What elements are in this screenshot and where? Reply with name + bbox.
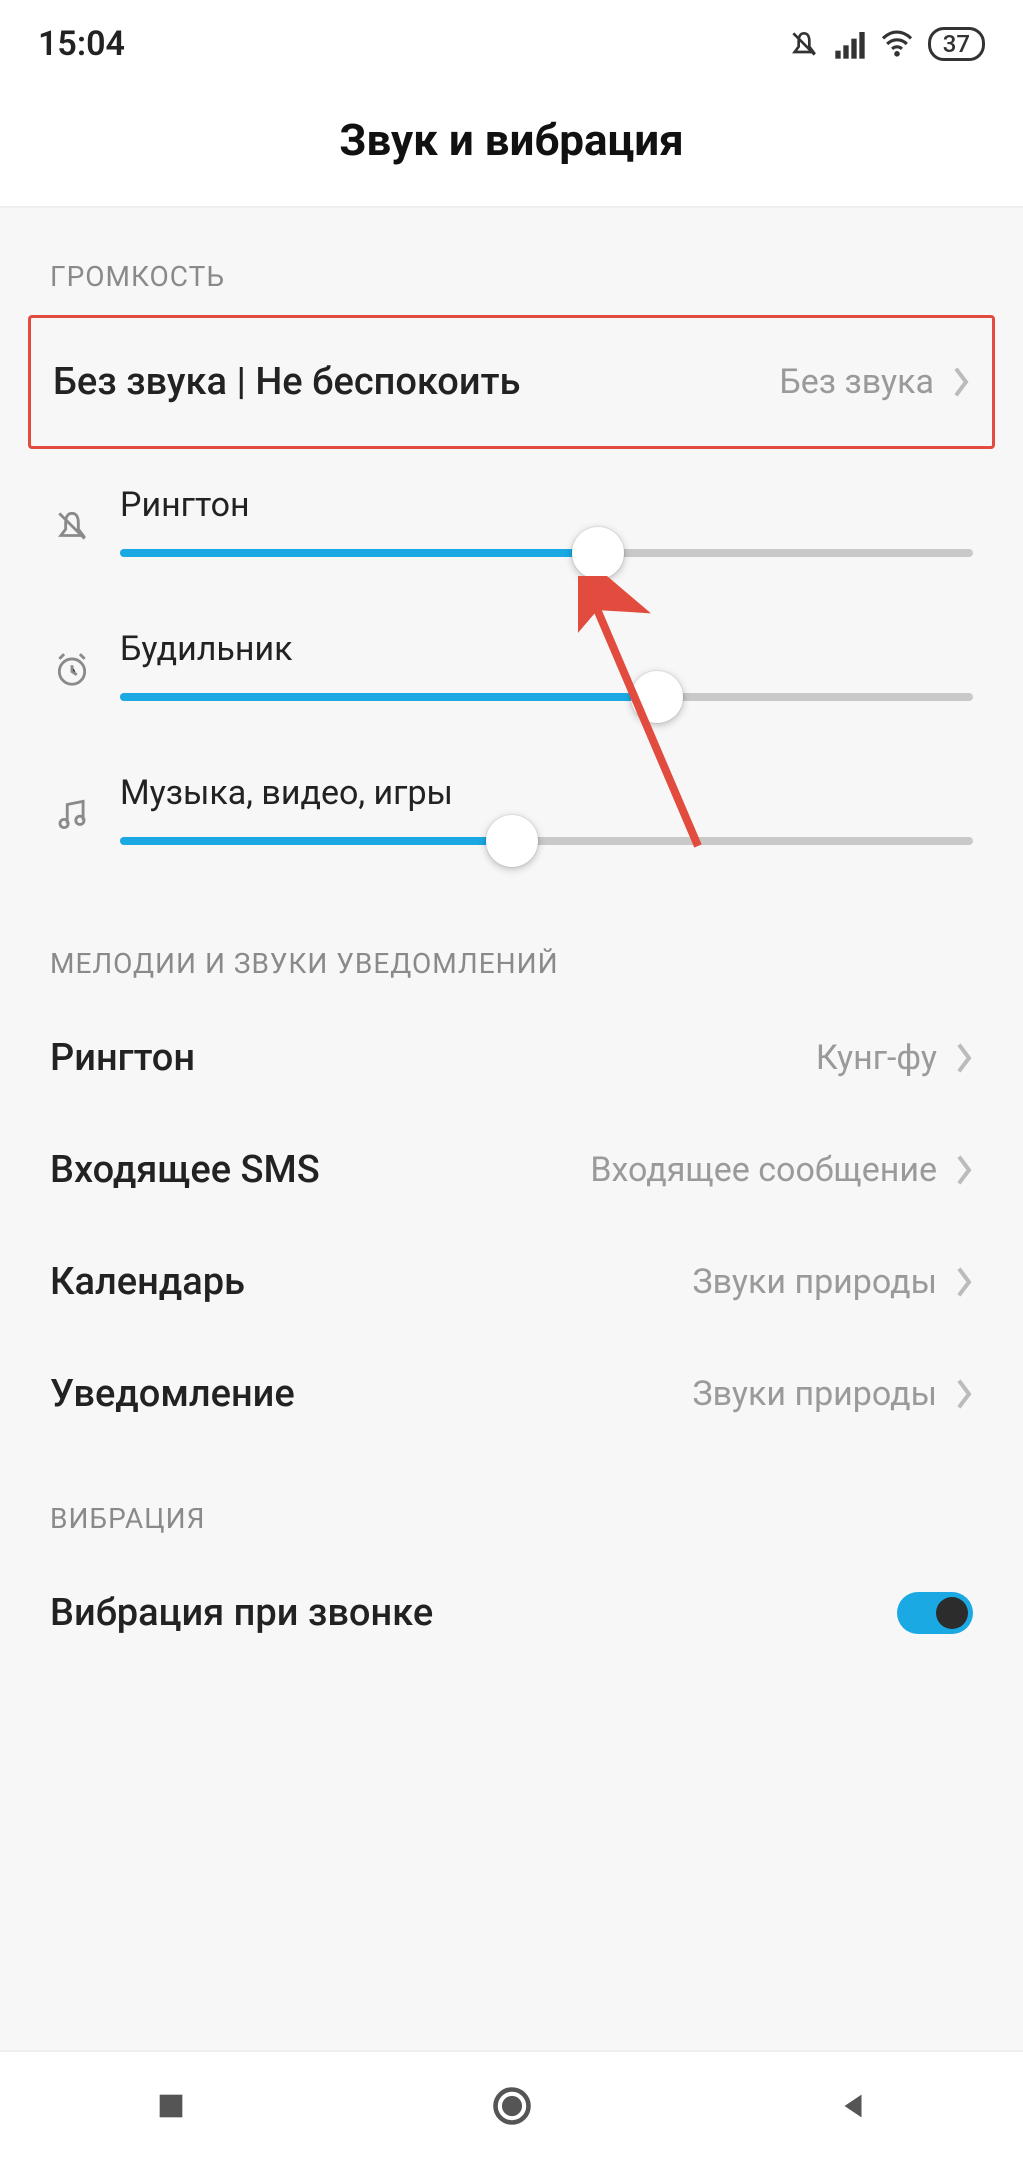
vibrate-on-call-row[interactable]: Вибрация при звонке xyxy=(0,1557,1023,1669)
media-slider-label: Музыка, видео, игры xyxy=(120,773,973,813)
ringtone-slider-fill xyxy=(120,549,598,557)
system-nav-bar xyxy=(0,2050,1023,2160)
chevron-right-icon xyxy=(955,1155,973,1185)
page-header: Звук и вибрация xyxy=(0,74,1023,208)
ringtone-row-value: Кунг-фу xyxy=(816,1038,937,1078)
ringtone-slider-thumb[interactable] xyxy=(572,527,624,579)
media-slider-fill xyxy=(120,837,512,845)
section-label-vibration: ВИБРАЦИЯ xyxy=(0,1450,1023,1557)
page-title: Звук и вибрация xyxy=(0,114,1023,166)
sms-row-label: Входящее SMS xyxy=(50,1148,320,1192)
vibrate-on-call-label: Вибрация при звонке xyxy=(50,1591,433,1635)
notification-row-label: Уведомление xyxy=(50,1372,295,1416)
calendar-row-value: Звуки природы xyxy=(692,1262,937,1302)
alarm-slider[interactable] xyxy=(120,693,973,701)
silent-dnd-row[interactable]: Без звука | Не беспокоить Без звука xyxy=(31,318,992,446)
calendar-row-label: Календарь xyxy=(50,1260,245,1304)
wifi-icon xyxy=(880,30,914,58)
ringtone-slider-label: Рингтон xyxy=(120,485,973,525)
home-button[interactable] xyxy=(487,2081,537,2131)
notification-row[interactable]: Уведомление Звуки природы xyxy=(0,1338,1023,1450)
alarm-slider-fill xyxy=(120,693,657,701)
alarm-slider-label: Будильник xyxy=(120,629,973,669)
battery-indicator: 37 xyxy=(928,27,985,61)
chevron-right-icon xyxy=(955,1379,973,1409)
ringtone-row-label: Рингтон xyxy=(50,1036,195,1080)
status-bar: 15:04 37 xyxy=(0,0,1023,74)
sms-row-value: Входящее сообщение xyxy=(590,1150,937,1190)
ringtone-volume-block: Рингтон xyxy=(0,449,1023,577)
chevron-right-icon xyxy=(955,1267,973,1297)
alarm-clock-icon xyxy=(53,651,91,693)
alarm-slider-thumb[interactable] xyxy=(631,671,683,723)
status-time: 15:04 xyxy=(38,24,125,64)
section-label-volume: ГРОМКОСТЬ xyxy=(0,208,1023,315)
toggle-knob xyxy=(936,1597,968,1629)
media-volume-block: Музыка, видео, игры xyxy=(0,721,1023,895)
music-note-icon xyxy=(53,795,91,837)
recent-apps-button[interactable] xyxy=(146,2081,196,2131)
media-slider[interactable] xyxy=(120,837,973,845)
section-label-ringtones: МЕЛОДИИ И ЗВУКИ УВЕДОМЛЕНИЙ xyxy=(0,895,1023,1002)
silent-dnd-label: Без звука | Не беспокоить xyxy=(53,360,520,404)
ringtone-row[interactable]: Рингтон Кунг-фу xyxy=(0,1002,1023,1114)
content-area: ГРОМКОСТЬ Без звука | Не беспокоить Без … xyxy=(0,208,1023,2098)
alarm-volume-block: Будильник xyxy=(0,577,1023,721)
silent-dnd-value: Без звука xyxy=(779,362,934,402)
back-button[interactable] xyxy=(828,2081,878,2131)
sms-row[interactable]: Входящее SMS Входящее сообщение xyxy=(0,1114,1023,1226)
notification-row-value: Звуки природы xyxy=(692,1374,937,1414)
status-icons: 37 xyxy=(788,27,985,61)
highlight-annotation: Без звука | Не беспокоить Без звука xyxy=(28,315,995,449)
chevron-right-icon xyxy=(955,1043,973,1073)
bell-off-icon xyxy=(53,507,91,549)
signal-icon xyxy=(834,29,866,59)
vibrate-on-call-toggle[interactable] xyxy=(897,1592,973,1634)
chevron-right-icon xyxy=(952,367,970,397)
calendar-row[interactable]: Календарь Звуки природы xyxy=(0,1226,1023,1338)
ringtone-slider[interactable] xyxy=(120,549,973,557)
media-slider-thumb[interactable] xyxy=(486,815,538,867)
mute-icon xyxy=(788,28,820,60)
